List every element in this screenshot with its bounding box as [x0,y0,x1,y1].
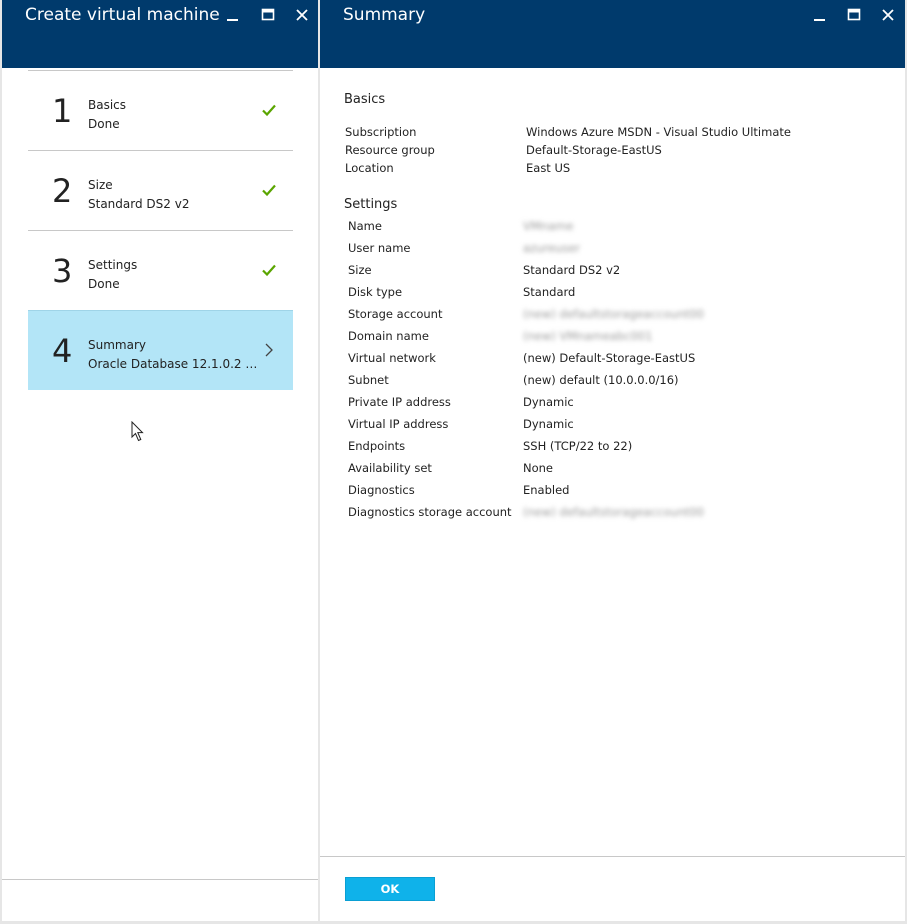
label-diagnostics: Diagnostics [348,483,415,497]
close-icon[interactable] [294,7,310,23]
label-storage-account: Storage account [348,307,443,321]
label-user-name: User name [348,241,411,255]
step-number: 3 [52,252,73,290]
step-title: Settings [88,258,138,272]
chevron-right-icon [261,342,277,358]
value-private-ip: Dynamic [523,395,574,409]
label-resource-group: Resource group [345,143,435,157]
label-availability-set: Availability set [348,461,432,475]
blade-header: Create virtual machine [2,0,318,68]
checkmark-icon [261,102,277,118]
mouse-cursor-icon [131,420,145,447]
section-title-settings: Settings [344,197,398,212]
value-domain-name-redacted: (new) VMnameabc001 [523,329,653,343]
footer-divider [2,879,318,880]
label-location: Location [345,161,394,175]
minimize-icon[interactable] [224,7,240,23]
step-subtitle: Standard DS2 v2 [88,197,190,211]
label-virtual-network: Virtual network [348,351,436,365]
value-endpoints: SSH (TCP/22 to 22) [523,439,633,453]
checkmark-icon [261,182,277,198]
label-disk-type: Disk type [348,285,403,299]
step-number: 1 [52,92,73,130]
value-subscription: Windows Azure MSDN - Visual Studio Ultim… [526,125,791,139]
maximize-icon[interactable] [846,7,862,23]
step-number: 4 [52,332,73,370]
step-subtitle: Oracle Database 12.1.0.2 Enter... [88,357,263,371]
value-virtual-ip: Dynamic [523,417,574,431]
label-private-ip: Private IP address [348,395,451,409]
value-virtual-network: (new) Default-Storage-EastUS [523,351,696,365]
step-subtitle: Done [88,277,120,291]
label-size: Size [348,263,372,277]
step-title: Basics [88,98,127,112]
label-domain-name: Domain name [348,329,429,343]
value-subnet: (new) default (10.0.0.0/16) [523,373,679,387]
create-vm-blade: Create virtual machine 1 Basics Done 2 S… [2,0,318,921]
step-size[interactable]: 2 Size Standard DS2 v2 [28,150,293,230]
ok-button[interactable]: OK [345,877,435,901]
checkmark-icon [261,262,277,278]
label-diagnostics-storage: Diagnostics storage account [348,505,512,519]
label-virtual-ip: Virtual IP address [348,417,449,431]
value-diagnostics-storage-redacted: (new) defaultstorageaccount00 [523,505,704,519]
summary-blade: Summary Basics Subscription Windows Azur… [320,0,905,921]
minimize-icon[interactable] [811,7,827,23]
maximize-icon[interactable] [260,7,276,23]
value-disk-type: Standard [523,285,576,299]
footer-divider [320,856,905,857]
value-location: East US [526,161,571,175]
step-title: Summary [88,338,146,352]
value-size: Standard DS2 v2 [523,263,621,277]
value-resource-group: Default-Storage-EastUS [526,143,662,157]
value-name-redacted: VMname [523,219,574,233]
label-subnet: Subnet [348,373,389,387]
step-basics[interactable]: 1 Basics Done [28,70,293,150]
value-diagnostics: Enabled [523,483,570,497]
label-name: Name [348,219,382,233]
step-title: Size [88,178,113,192]
label-endpoints: Endpoints [348,439,406,453]
blade-header: Summary [320,0,905,68]
value-user-name-redacted: azureuser [523,241,581,255]
section-title-basics: Basics [344,92,386,107]
label-subscription: Subscription [345,125,417,139]
step-summary[interactable]: 4 Summary Oracle Database 12.1.0.2 Enter… [28,310,293,390]
blade-title: Summary [343,5,426,25]
close-icon[interactable] [880,7,896,23]
value-availability-set: None [523,461,554,475]
value-storage-account-redacted: (new) defaultstorageaccount00 [523,307,704,321]
step-number: 2 [52,172,73,210]
step-subtitle: Done [88,117,120,131]
step-settings[interactable]: 3 Settings Done [28,230,293,310]
blade-title: Create virtual machine [25,5,220,25]
